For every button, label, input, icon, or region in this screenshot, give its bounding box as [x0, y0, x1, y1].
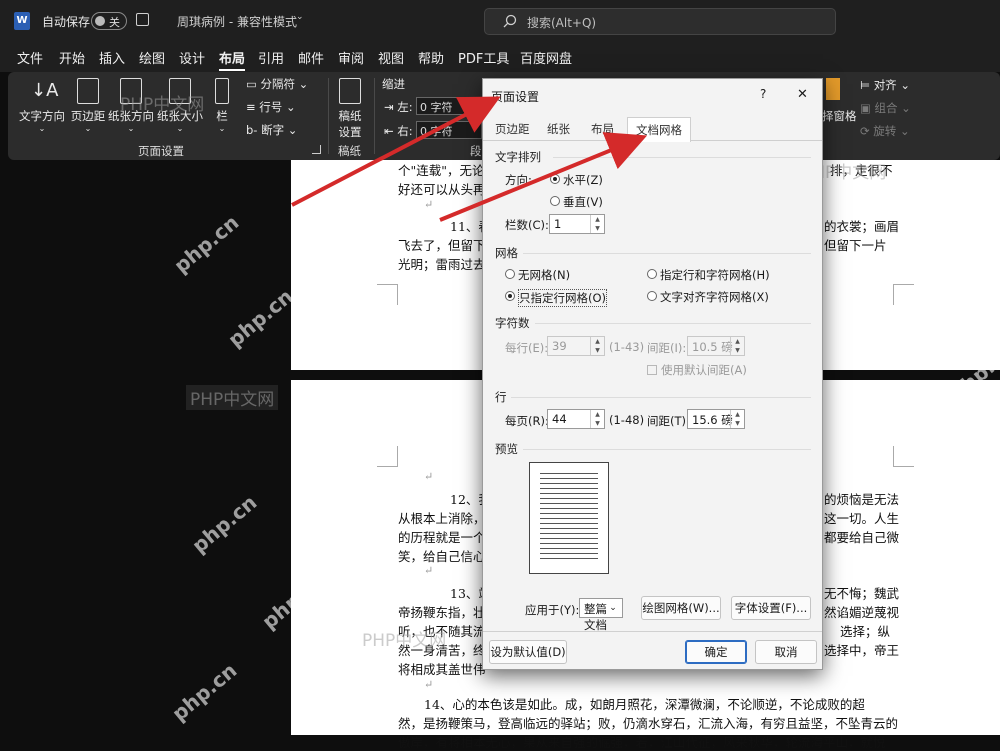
arrow-to-dialog-title — [291, 96, 501, 207]
arrow-to-grid-tab — [439, 132, 648, 222]
annotation-arrows — [291, 96, 648, 222]
